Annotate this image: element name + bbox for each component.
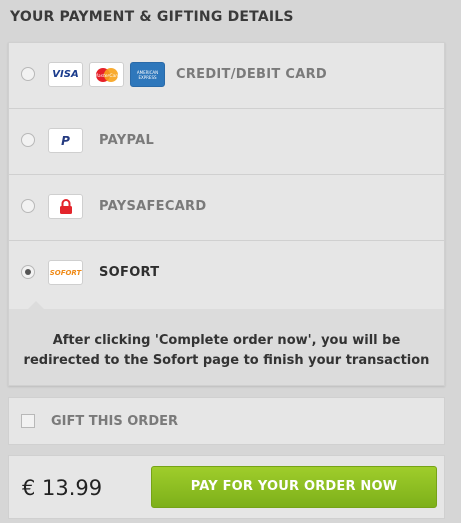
payment-methods-panel: VISA MasterCard AMERICAN EXPRESS CREDIT/… [8, 42, 445, 386]
sofort-label: SOFORT [99, 265, 160, 280]
mastercard-logo-icon: MasterCard [89, 62, 124, 87]
sofort-radio[interactable] [21, 265, 35, 279]
credit-card-radio[interactable] [21, 67, 35, 81]
visa-logo-text: VISA [52, 69, 79, 80]
gift-panel: GIFT THIS ORDER [8, 397, 445, 445]
gift-checkbox[interactable] [21, 414, 35, 428]
total-panel: € 13.99 PAY FOR YOUR ORDER NOW [8, 455, 445, 519]
section-title: YOUR PAYMENT & GIFTING DETAILS [10, 9, 294, 25]
paypal-label: PAYPAL [99, 133, 155, 148]
credit-card-label: CREDIT/DEBIT CARD [176, 67, 327, 82]
pay-now-button[interactable]: PAY FOR YOUR ORDER NOW [151, 466, 437, 508]
sofort-info-line-1: After clicking 'Complete order now', you… [52, 333, 401, 348]
sofort-info-line-2: redirected to the Sofort page to finish … [23, 353, 430, 368]
mastercard-logo-text: MasterCard [94, 73, 120, 79]
order-price: € 13.99 [22, 476, 103, 500]
sofort-logo-icon: SOFORT [48, 260, 83, 285]
payment-option-sofort[interactable]: SOFORT SOFORT [9, 241, 444, 307]
visa-logo-icon: VISA [48, 62, 83, 87]
paypal-radio[interactable] [21, 133, 35, 147]
payment-option-paysafecard[interactable]: PAYSAFECARD [9, 175, 444, 241]
gift-label[interactable]: GIFT THIS ORDER [51, 414, 178, 429]
sofort-info-box: After clicking 'Complete order now', you… [9, 309, 444, 385]
amex-logo-text: AMERICAN EXPRESS [136, 69, 159, 80]
paysafecard-label: PAYSAFECARD [99, 199, 207, 214]
paypal-logo-icon: P [48, 128, 83, 153]
payment-option-paypal[interactable]: P PAYPAL [9, 109, 444, 175]
paysafecard-radio[interactable] [21, 199, 35, 213]
paysafecard-lock-icon [48, 194, 83, 219]
amex-logo-icon: AMERICAN EXPRESS [130, 62, 165, 87]
payment-option-credit-card[interactable]: VISA MasterCard AMERICAN EXPRESS CREDIT/… [9, 43, 444, 109]
sofort-logo-text: SOFORT [49, 268, 82, 277]
info-pointer [28, 301, 44, 309]
